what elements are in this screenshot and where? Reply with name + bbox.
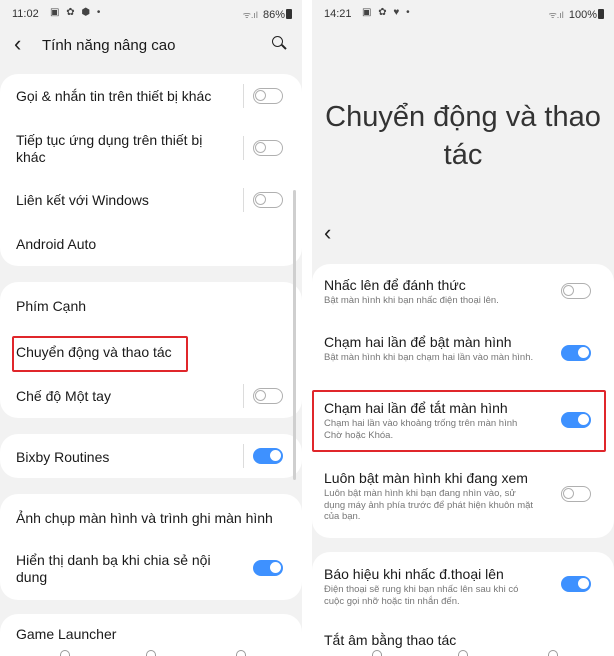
setting-row-link-windows[interactable]: Liên kết với Windows <box>0 178 302 222</box>
setting-label: Liên kết với Windows <box>16 192 149 208</box>
signal-icon: ᯤ.ıl <box>242 10 258 20</box>
page-title: Chuyển động và thao tác <box>325 101 601 171</box>
nav-bar <box>0 648 302 656</box>
screen-gap <box>302 0 312 656</box>
setting-label: Bixby Routines <box>16 449 110 465</box>
setting-title: Nhấc lên để đánh thức <box>324 277 466 293</box>
battery-icon <box>598 9 604 19</box>
signal-icon: ᯤ.ıl <box>548 10 564 20</box>
notification-icons: ▣ ✿ ♥ • <box>362 7 412 18</box>
recents-icon[interactable] <box>372 650 382 656</box>
status-right: ᯤ.ıl 86% <box>243 8 292 21</box>
setting-description: Bật màn hình khi bạn nhấc điện thoại lên… <box>324 295 499 306</box>
recents-icon[interactable] <box>60 650 70 656</box>
notification-icons: ▣ ✿ ⬢ • <box>50 7 103 18</box>
setting-label: Hiển thị danh bạ khi chia sẻ nội dung <box>16 552 211 585</box>
keep-screen-on-toggle[interactable] <box>561 486 591 502</box>
home-icon[interactable] <box>146 650 156 656</box>
bixby-routines-toggle[interactable] <box>253 448 283 464</box>
settings-card-alerts: Báo hiệu khi nhấc đ.thoại lên Điện thoại… <box>312 552 614 656</box>
setting-row-show-contacts[interactable]: Hiển thị danh bạ khi chia sẻ nội dung <box>0 544 302 600</box>
battery-percent: 100% <box>568 9 597 21</box>
setting-row-calls-messages[interactable]: Gọi & nhắn tin trên thiết bị khác <box>0 74 302 118</box>
settings-card-controls: Phím Cạnh Chuyển động và thao tác Chế độ… <box>0 282 302 418</box>
status-time: 11:02 <box>12 8 39 20</box>
setting-row-lift-to-wake[interactable]: Nhấc lên để đánh thức Bật màn hình khi b… <box>312 264 614 318</box>
setting-row-screenshots[interactable]: Ảnh chụp màn hình và trình ghi màn hình <box>0 494 302 542</box>
show-contacts-toggle[interactable] <box>253 560 283 576</box>
setting-row-double-tap-off[interactable]: Chạm hai lần để tắt màn hình Chạm hai lầ… <box>312 388 614 458</box>
page-title: Tính năng nâng cao <box>42 37 176 54</box>
app-header: ‹ Tính năng nâng cao <box>0 28 302 64</box>
continue-apps-toggle[interactable] <box>253 140 283 156</box>
lift-to-wake-toggle[interactable] <box>561 283 591 299</box>
setting-title: Tắt âm bằng thao tác <box>324 632 457 648</box>
setting-row-smart-alert[interactable]: Báo hiệu khi nhấc đ.thoại lên Điện thoại… <box>312 552 614 618</box>
setting-row-motions-gestures[interactable]: Chuyển động và thao tác <box>0 328 302 372</box>
divider <box>243 84 244 108</box>
settings-card-gestures: Nhấc lên để đánh thức Bật màn hình khi b… <box>312 264 614 538</box>
divider <box>243 384 244 408</box>
setting-label: Game Launcher <box>16 626 117 642</box>
setting-title: Báo hiệu khi nhấc đ.thoại lên <box>324 566 504 582</box>
setting-row-continue-apps[interactable]: Tiếp tục ứng dụng trên thiết bị khác <box>0 120 302 176</box>
nav-bar <box>312 648 614 656</box>
setting-title: Luôn bật màn hình khi đang xem <box>324 470 528 486</box>
divider <box>243 188 244 212</box>
back-nav-icon[interactable] <box>548 650 558 656</box>
status-bar: 11:02 ▣ ✿ ⬢ • ᯤ.ıl 86% <box>0 0 302 28</box>
battery-icon <box>286 9 292 19</box>
home-icon[interactable] <box>458 650 468 656</box>
setting-label: Ảnh chụp màn hình và trình ghi màn hình <box>16 510 273 526</box>
double-tap-off-toggle[interactable] <box>561 412 591 428</box>
setting-row-android-auto[interactable]: Android Auto <box>0 224 302 264</box>
setting-row-side-key[interactable]: Phím Cạnh <box>0 282 302 328</box>
settings-card-sharing: Ảnh chụp màn hình và trình ghi màn hình … <box>0 494 302 600</box>
calls-messages-toggle[interactable] <box>253 88 283 104</box>
setting-description: Bật màn hình khi bạn chạm hai lần vào mà… <box>324 352 534 363</box>
search-icon[interactable] <box>272 36 287 50</box>
advanced-features-screen: 11:02 ▣ ✿ ⬢ • ᯤ.ıl 86% ‹ Tính năng nâng … <box>0 0 302 656</box>
setting-label: Chế độ Một tay <box>16 388 111 404</box>
setting-title: Chạm hai lần để bật màn hình <box>324 334 512 350</box>
setting-description: Luôn bật màn hình khi bạn đang nhìn vào,… <box>324 488 534 522</box>
setting-label: Gọi & nhắn tin trên thiết bị khác <box>16 88 212 104</box>
setting-description: Điện thoại sẽ rung khi bạn nhấc lên sau … <box>324 584 519 607</box>
back-nav-icon[interactable] <box>236 650 246 656</box>
back-arrow-icon[interactable]: ‹ <box>14 31 21 57</box>
setting-row-double-tap-on[interactable]: Chạm hai lần để bật màn hình Bật màn hìn… <box>312 320 614 384</box>
status-right: ᯤ.ıl 100% <box>549 8 604 21</box>
setting-row-keep-screen-on[interactable]: Luôn bật màn hình khi đang xem Luôn bật … <box>312 460 614 536</box>
setting-row-bixby-routines[interactable]: Bixby Routines <box>0 434 302 478</box>
setting-label: Tiếp tục ứng dụng trên thiết bị khác <box>16 132 203 165</box>
status-bar: 14:21 ▣ ✿ ♥ • ᯤ.ıl 100% <box>312 0 614 28</box>
scrollbar[interactable] <box>293 190 296 480</box>
setting-title: Chạm hai lần để tắt màn hình <box>324 400 508 416</box>
status-time: 14:21 <box>324 8 352 20</box>
settings-card-bixby: Bixby Routines <box>0 434 302 478</box>
smart-alert-toggle[interactable] <box>561 576 591 592</box>
setting-label: Chuyển động và thao tác <box>16 344 172 360</box>
one-handed-toggle[interactable] <box>253 388 283 404</box>
setting-label: Android Auto <box>16 236 97 252</box>
double-tap-on-toggle[interactable] <box>561 345 591 361</box>
setting-row-one-handed[interactable]: Chế độ Một tay <box>0 374 302 418</box>
divider <box>243 444 244 468</box>
back-arrow-icon[interactable]: ‹ <box>324 220 331 246</box>
motions-gestures-screen: 14:21 ▣ ✿ ♥ • ᯤ.ıl 100% Chuyển động và t… <box>312 0 614 656</box>
setting-description: Chạm hai lần vào khoảng trống trên màn h… <box>324 418 518 441</box>
link-windows-toggle[interactable] <box>253 192 283 208</box>
setting-label: Phím Cạnh <box>16 298 87 314</box>
settings-card-connected: Gọi & nhắn tin trên thiết bị khác Tiếp t… <box>0 74 302 266</box>
divider <box>243 136 244 160</box>
battery-percent: 86% <box>262 9 285 21</box>
